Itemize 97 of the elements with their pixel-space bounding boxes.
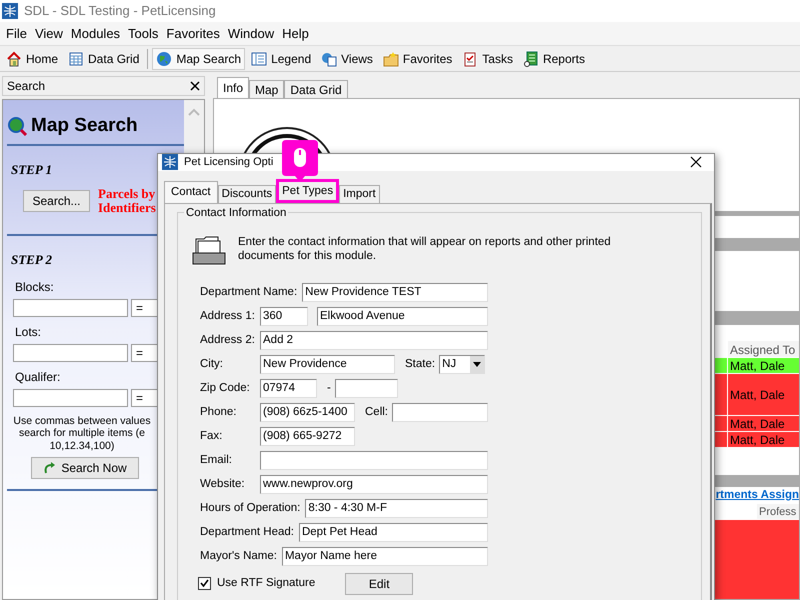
input-field[interactable] [13,344,128,362]
toolbar-button[interactable]: Favorites [378,48,456,70]
field-label: Phone: [200,404,238,420]
field-label: Email: [200,452,233,468]
checkmark-icon [200,579,209,588]
views-icon [321,50,338,66]
field-label: Zip Code: [200,380,251,396]
search-now-button[interactable]: Search Now [31,456,139,479]
map-search-icon [7,116,27,136]
menu-item[interactable]: Window [224,24,278,44]
field-label: Blocks: [15,278,54,296]
state-dropdown[interactable]: NJ [439,355,486,374]
file-drawer-icon [192,234,226,264]
edit-button[interactable]: Edit [345,572,414,594]
field-label: Cell: [365,404,388,420]
hint-text: 10,12.34,100) [50,440,114,453]
table-cell: Matt, Dale [727,432,799,447]
menu-item[interactable]: Modules [66,24,124,44]
dialog-title: Pet Licensing Opti [184,155,274,170]
toolbar-button[interactable]: Map Search [152,48,246,70]
hint-text: Use commas between values [13,414,151,428]
field-label: Department Head: [200,524,294,540]
refresh-arrow-icon [43,460,58,475]
toolbar-button[interactable]: Legend [247,48,316,70]
field-label: State: [405,356,436,372]
field-label: Mayor's Name: [200,548,277,564]
search-type-label: Parcels by Identifiers [98,187,157,214]
input-field[interactable]: 360 [260,307,308,326]
menu-item[interactable]: Help [278,24,313,44]
toolbar-button[interactable]: Tasks [458,48,517,70]
close-icon[interactable] [190,81,200,91]
search-button[interactable]: Search... [23,190,90,212]
column-header: Assigned To [727,341,799,357]
intro-text: Enter the contact information that will appear on reports and other printed documents for this module. [238,234,612,264]
input-field[interactable]: New Providence TEST [302,283,488,302]
menu-item[interactable]: File [2,24,31,44]
home-icon [6,50,22,66]
tab[interactable]: Map [249,80,284,98]
field-label: Address 1: [200,308,255,324]
tab[interactable]: Discounts [218,184,276,202]
hint-text: search for multiple items (e [18,427,146,440]
field-label: Fax: [200,428,224,444]
panel-heading: Map Search [31,114,138,138]
table-cell: Matt, Dale [727,416,799,431]
checkbox-label: Use RTF Signature [217,576,316,591]
input-field[interactable]: New Providence [260,355,395,374]
tab[interactable]: Pet Types [276,178,340,202]
report-icon [522,50,539,66]
step-label: STEP 2 [11,251,52,270]
toolbar-button[interactable]: Reports [518,48,589,70]
section-link[interactable]: rtments Assign [716,487,799,504]
step-label: STEP 1 [11,160,52,178]
tab[interactable]: Contact [164,180,218,202]
input-field[interactable] [260,451,488,470]
tab[interactable]: Data Grid [284,80,348,98]
panel-title: Search [7,78,46,95]
input-field[interactable]: (908) 665-9272 [260,427,355,446]
input-field[interactable] [13,388,128,407]
grid-icon [68,50,84,66]
tab[interactable]: Info [217,77,250,98]
input-field[interactable] [13,298,128,317]
field-label: Lots: [15,324,42,341]
toolbar-button[interactable]: Data Grid [64,48,144,70]
checkbox[interactable] [198,577,211,590]
input-field[interactable]: (908) 66z5-1400 [260,403,355,422]
input-field[interactable]: Mayor Name here [282,547,488,566]
table-cell: Matt, Dale [727,374,799,415]
input-field[interactable]: Dept Pet Head [298,523,488,542]
input-field[interactable]: 8:30 - 4:30 M-F [305,499,488,518]
field-label: Address 2: [200,332,255,348]
field-label: Department Name: [200,284,298,300]
input-field[interactable]: www.newprov.org [260,475,488,494]
dropdown-value: NJ [442,357,456,372]
toolbar-button[interactable]: Views [317,48,377,70]
globe-icon [156,50,172,66]
menu-item[interactable]: Favorites [162,24,224,44]
input-field[interactable]: 07974 [260,379,317,398]
toolbar-button[interactable]: Home [2,48,62,70]
input-field[interactable]: Elkwood Avenue [317,307,488,326]
input-field[interactable]: Add 2 [260,331,488,350]
menu-item[interactable]: Tools [124,24,162,44]
field-label: Website: [200,476,246,492]
field-label: Hours of Operation: [200,500,300,516]
folder-icon [382,50,399,66]
table-cell: Matt, Dale [727,358,799,373]
input-field[interactable] [334,379,398,398]
menu-item[interactable]: View [30,24,67,44]
legend-icon [251,50,268,66]
close-icon[interactable] [690,156,702,168]
window-title: SDL - SDL Testing - PetLicensing [24,2,216,20]
input-field[interactable] [392,403,488,422]
tab[interactable]: Import [339,184,380,202]
field-label: City: [200,356,224,372]
field-label: Qualifer: [15,368,60,386]
clipboard-icon [462,50,478,66]
field-label: - [327,380,331,396]
column-header: Profess [757,504,799,519]
